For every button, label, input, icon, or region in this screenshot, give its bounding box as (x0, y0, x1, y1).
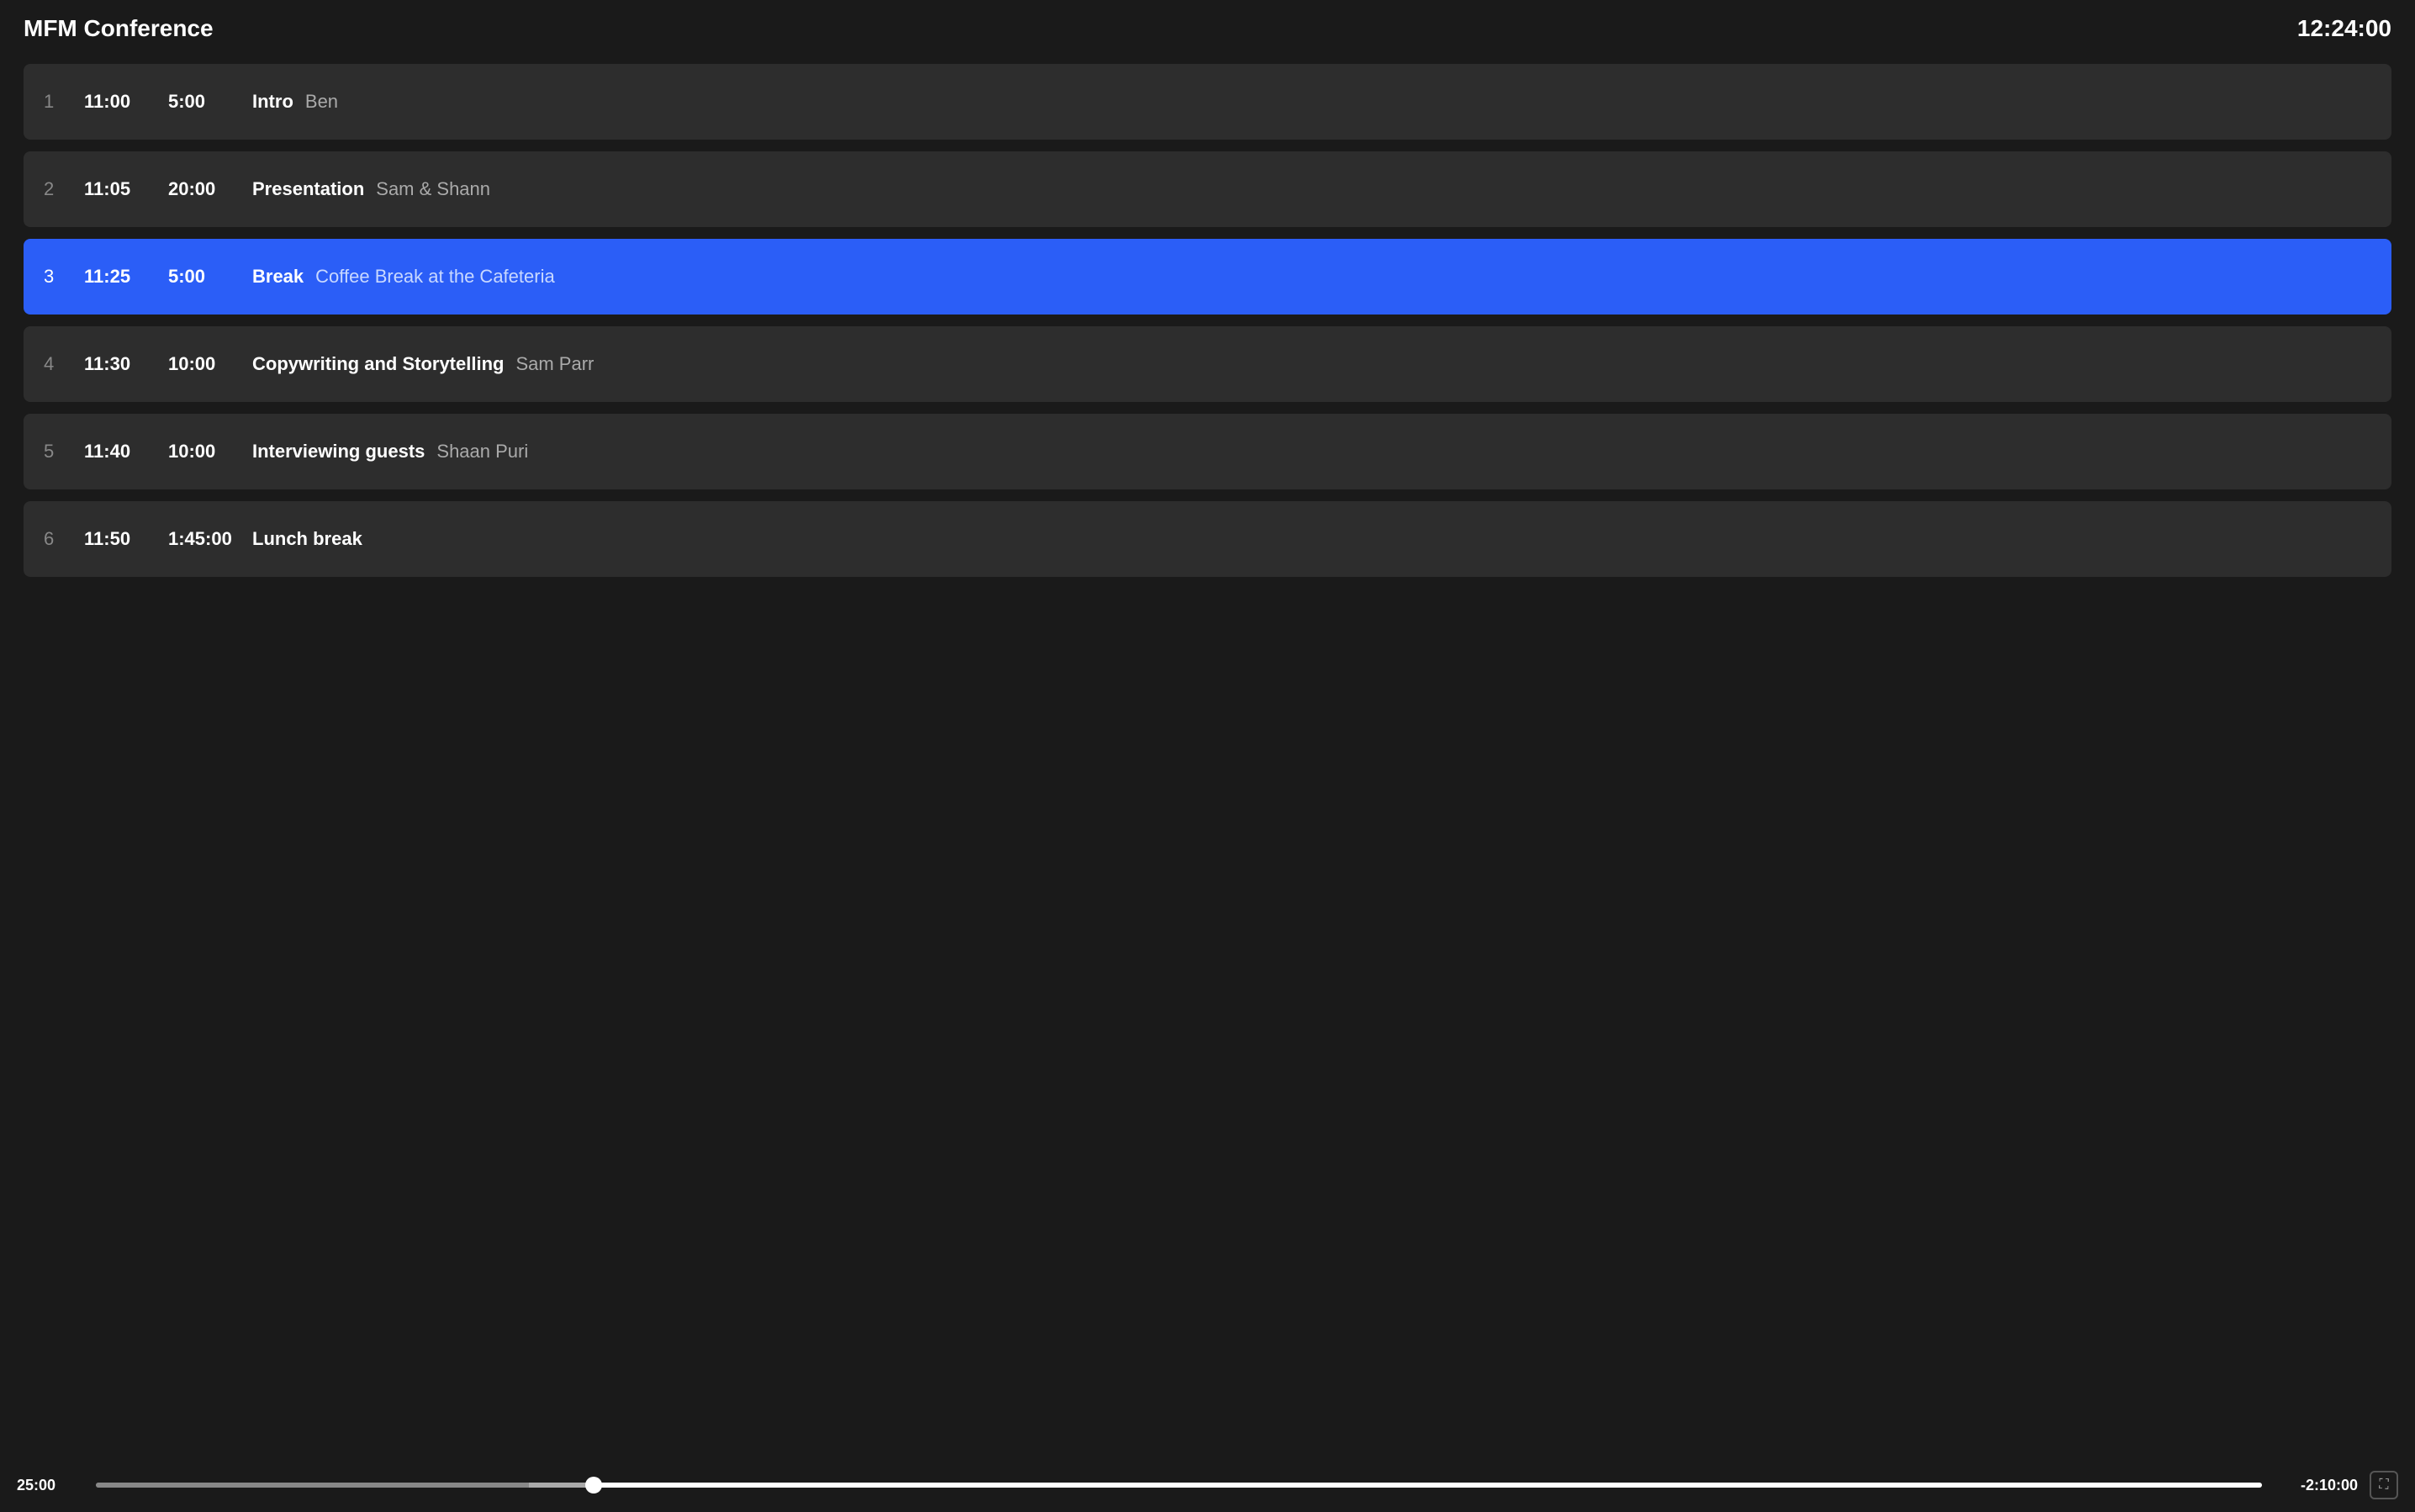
time-elapsed: 25:00 (17, 1477, 84, 1494)
row-index-2: 2 (44, 178, 84, 200)
row-subtitle-1: Ben (305, 91, 338, 113)
schedule-row-5[interactable]: 5 11:40 10:00 Interviewing guests Shaan … (24, 414, 2391, 489)
expand-icon: ⛶ (2379, 1478, 2388, 1493)
row-index-5: 5 (44, 441, 84, 463)
row-subtitle-5: Shaan Puri (436, 441, 528, 463)
progress-fill-played (529, 1483, 594, 1488)
row-time-2: 11:05 (84, 178, 168, 200)
row-content-5: 11:40 10:00 Interviewing guests Shaan Pu… (84, 441, 2371, 463)
row-subtitle-2: Sam & Shann (376, 178, 490, 200)
row-index-6: 6 (44, 528, 84, 550)
row-title-3: Break (252, 266, 304, 288)
row-time-5: 11:40 (84, 441, 168, 463)
row-content-3: 11:25 5:00 Break Coffee Break at the Caf… (84, 266, 2371, 288)
row-duration-6: 1:45:00 (168, 528, 252, 550)
row-index-1: 1 (44, 91, 84, 113)
row-content-2: 11:05 20:00 Presentation Sam & Shann (84, 178, 2371, 200)
row-title-1: Intro (252, 91, 293, 113)
row-duration-4: 10:00 (168, 353, 252, 375)
schedule-row-4[interactable]: 4 11:30 10:00 Copywriting and Storytelli… (24, 326, 2391, 402)
row-content-6: 11:50 1:45:00 Lunch break (84, 528, 2371, 550)
row-duration-1: 5:00 (168, 91, 252, 113)
row-duration-5: 10:00 (168, 441, 252, 463)
bottom-bar: 25:00 -2:10:00 ⛶ (0, 1458, 2415, 1512)
conference-title: MFM Conference (24, 15, 214, 42)
expand-button[interactable]: ⛶ (2370, 1471, 2398, 1499)
schedule-row-3[interactable]: 3 11:25 5:00 Break Coffee Break at the C… (24, 239, 2391, 315)
schedule-row-1[interactable]: 1 11:00 5:00 Intro Ben (24, 64, 2391, 140)
row-title-2: Presentation (252, 178, 364, 200)
time-remaining: -2:10:00 (2274, 1477, 2358, 1494)
row-title-4: Copywriting and Storytelling (252, 353, 504, 375)
row-content-1: 11:00 5:00 Intro Ben (84, 91, 2371, 113)
header: MFM Conference 12:24:00 (0, 0, 2415, 57)
row-time-1: 11:00 (84, 91, 168, 113)
row-title-5: Interviewing guests (252, 441, 425, 463)
row-duration-2: 20:00 (168, 178, 252, 200)
progress-fill-remaining (600, 1483, 2262, 1488)
schedule-container: 1 11:00 5:00 Intro Ben 2 11:05 20:00 Pre… (0, 57, 2415, 577)
progress-thumb[interactable] (585, 1477, 602, 1493)
row-subtitle-4: Sam Parr (515, 353, 594, 375)
progress-track[interactable] (96, 1483, 2262, 1488)
schedule-row-6[interactable]: 6 11:50 1:45:00 Lunch break (24, 501, 2391, 577)
row-index-3: 3 (44, 266, 84, 288)
row-content-4: 11:30 10:00 Copywriting and Storytelling… (84, 353, 2371, 375)
row-time-3: 11:25 (84, 266, 168, 288)
clock-display: 12:24:00 (2297, 15, 2391, 42)
row-time-4: 11:30 (84, 353, 168, 375)
schedule-row-2[interactable]: 2 11:05 20:00 Presentation Sam & Shann (24, 151, 2391, 227)
row-title-6: Lunch break (252, 528, 362, 550)
progress-fill-left (96, 1483, 529, 1488)
row-index-4: 4 (44, 353, 84, 375)
row-time-6: 11:50 (84, 528, 168, 550)
row-subtitle-3: Coffee Break at the Cafeteria (315, 266, 555, 288)
row-duration-3: 5:00 (168, 266, 252, 288)
